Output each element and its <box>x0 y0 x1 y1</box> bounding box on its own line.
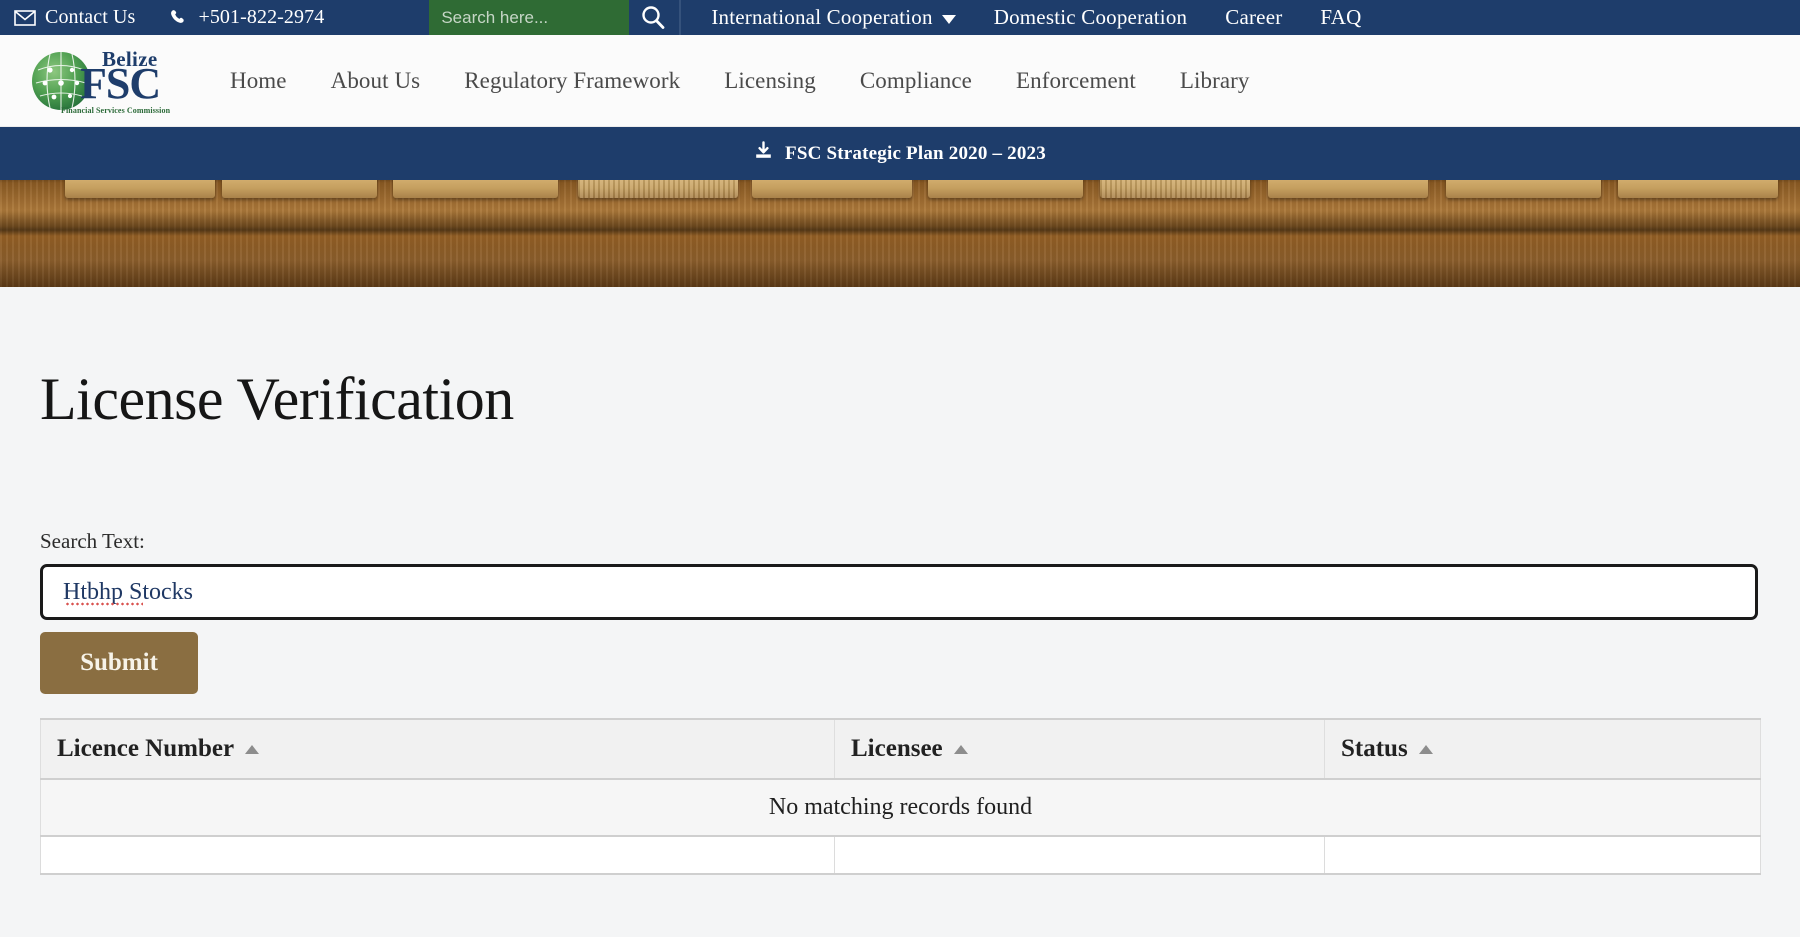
hero-tile <box>1446 180 1601 198</box>
hero-tile <box>1268 180 1428 198</box>
hero-tile <box>578 180 738 198</box>
header-search-group <box>429 0 678 35</box>
nav-item-compliance[interactable]: Compliance <box>860 68 972 94</box>
nav-item-enforcement[interactable]: Enforcement <box>1016 68 1136 94</box>
search-text-field-wrapper[interactable] <box>40 564 1758 620</box>
column-label: Status <box>1341 735 1408 762</box>
top-utility-bar: Contact Us +501-822-2974 International <box>0 0 1800 35</box>
license-results-table: Licence Number Licensee Status No matchi… <box>40 718 1761 875</box>
nav-item-licensing[interactable]: Licensing <box>724 68 816 94</box>
hero-tile <box>222 180 377 198</box>
search-text-input[interactable] <box>63 578 1735 606</box>
nav-item-regulatory-framework[interactable]: Regulatory Framework <box>464 68 680 94</box>
search-text-label: Search Text: <box>40 529 145 553</box>
topnav-item-domestic-cooperation[interactable]: Domestic Cooperation <box>994 5 1188 30</box>
hero-tile <box>393 180 558 198</box>
table-foot <box>40 835 1761 875</box>
column-header-licensee[interactable]: Licensee <box>834 718 1325 780</box>
phone-label: +501-822-2974 <box>198 6 325 28</box>
column-header-status[interactable]: Status <box>1324 718 1761 780</box>
table-head: Licence Number Licensee Status <box>40 718 1761 780</box>
strategic-plan-link[interactable]: FSC Strategic Plan 2020 – 2023 <box>754 141 1046 166</box>
page-content: License Verification Search Text: Submit… <box>0 365 1800 937</box>
hero-image <box>0 180 1800 287</box>
table-body: No matching records found <box>40 778 1761 837</box>
header-search-button[interactable] <box>629 0 678 35</box>
nav-item-home[interactable]: Home <box>230 68 287 94</box>
column-label: Licensee <box>851 735 943 762</box>
topbar-contact-group: Contact Us +501-822-2974 <box>0 0 324 35</box>
contact-us-label: Contact Us <box>45 6 136 28</box>
table-footer-row <box>40 835 1761 875</box>
main-header: Belize FSC Financial Services Commission… <box>0 35 1800 127</box>
page-title: License Verification <box>40 366 514 432</box>
topnav-item-faq[interactable]: FAQ <box>1320 5 1361 30</box>
chevron-down-icon <box>941 15 956 24</box>
strategic-plan-banner: FSC Strategic Plan 2020 – 2023 <box>0 127 1800 180</box>
hero-tile <box>1100 180 1250 198</box>
nav-item-about-us[interactable]: About Us <box>331 68 421 94</box>
footer-cell-licence-number <box>40 835 835 875</box>
submit-button[interactable]: Submit <box>40 632 198 694</box>
empty-state-message: No matching records found <box>40 778 1761 837</box>
column-header-licence-number[interactable]: Licence Number <box>40 718 835 780</box>
table-header-row: Licence Number Licensee Status <box>40 718 1761 780</box>
column-label: Licence Number <box>57 735 235 762</box>
topnav-label: International Cooperation <box>711 5 933 29</box>
sort-ascending-icon <box>953 744 968 754</box>
download-icon <box>754 141 773 166</box>
footer-cell-status <box>1324 835 1761 875</box>
hero-tile <box>1618 180 1778 198</box>
sort-ascending-icon <box>1418 744 1433 754</box>
topnav-item-international-cooperation[interactable]: International Cooperation <box>711 5 956 30</box>
phone-icon <box>169 8 189 28</box>
logo-tagline: Financial Services Commission <box>61 105 171 115</box>
envelope-icon <box>14 9 36 26</box>
phone-link[interactable]: +501-822-2974 <box>169 6 324 29</box>
topbar-nav: International Cooperation Domestic Coope… <box>679 0 1361 35</box>
sort-ascending-icon <box>245 744 260 754</box>
logo-acronym-text: FSC <box>80 58 161 108</box>
hero-tile <box>928 180 1083 198</box>
topnav-label: Domestic Cooperation <box>993 5 1188 29</box>
search-icon <box>638 3 668 33</box>
hero-tile <box>752 180 912 198</box>
strategic-plan-label: FSC Strategic Plan 2020 – 2023 <box>785 142 1046 164</box>
hero-tile <box>65 180 215 198</box>
nav-item-library[interactable]: Library <box>1180 68 1250 94</box>
topnav-item-career[interactable]: Career <box>1225 5 1282 30</box>
empty-state-row: No matching records found <box>40 778 1761 837</box>
site-logo[interactable]: Belize FSC Financial Services Commission <box>28 44 188 118</box>
topnav-label: FAQ <box>1320 5 1362 29</box>
contact-us-link[interactable]: Contact Us <box>14 6 135 29</box>
header-search-input[interactable] <box>429 0 630 35</box>
primary-nav: Home About Us Regulatory Framework Licen… <box>230 68 1250 94</box>
footer-cell-licensee <box>834 835 1325 875</box>
topnav-label: Career <box>1225 5 1283 29</box>
